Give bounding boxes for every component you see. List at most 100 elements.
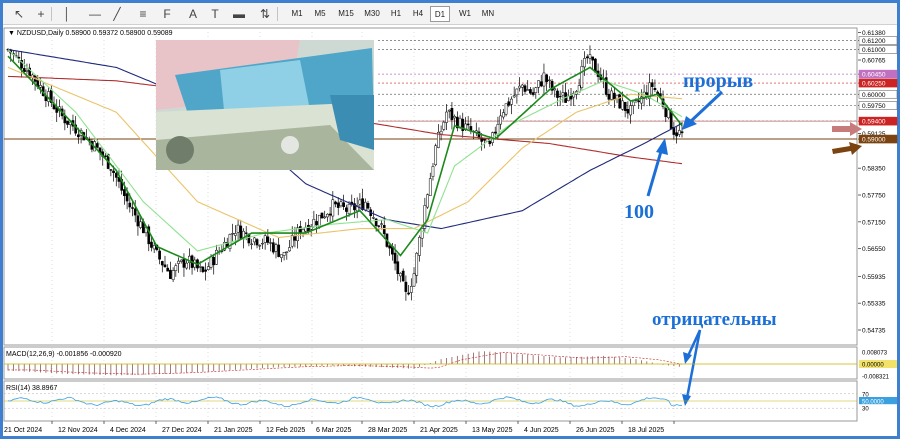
bull-candle <box>363 201 367 211</box>
bull-candle <box>542 72 546 87</box>
bull-candle <box>561 92 565 96</box>
bull-candle <box>499 115 502 125</box>
bull-candle <box>231 233 235 235</box>
price-level-label: 0.59750 <box>862 103 886 110</box>
bear-candle <box>315 221 318 226</box>
time-tick-label: 21 Apr 2025 <box>420 427 458 434</box>
price-tick-label: 0.55935 <box>862 274 886 281</box>
time-tick-label: 21 Jan 2025 <box>214 427 253 434</box>
bear-candle <box>377 225 381 227</box>
price-tick-label: 0.57150 <box>862 219 886 226</box>
bear-candle <box>680 131 684 134</box>
bull-candle <box>409 286 413 293</box>
price-level-label: 0.59000 <box>862 137 886 144</box>
bear-candle <box>623 101 627 111</box>
bull-candle <box>520 84 524 88</box>
bull-candle <box>269 242 272 244</box>
bear-candle <box>345 207 348 212</box>
bull-candle <box>171 270 175 280</box>
bull-candle <box>588 54 592 59</box>
bull-candle <box>380 223 383 225</box>
bear-candle <box>382 225 386 235</box>
bear-candle <box>158 250 161 260</box>
chart-canvas: 0.613800.61200 0.61000 0.60765 0.60450 0.602… <box>3 27 898 436</box>
bull-candle <box>258 245 262 247</box>
bear-candle <box>366 203 370 209</box>
bear-candle <box>271 242 275 253</box>
bear-candle <box>653 88 657 91</box>
time-tick-label: 12 Nov 2024 <box>58 427 98 434</box>
bull-candle <box>274 244 278 252</box>
bull-candle <box>431 166 435 177</box>
bear-candle <box>131 207 134 209</box>
bull-candle <box>518 85 521 89</box>
bear-candle <box>664 106 668 118</box>
bear-candle <box>63 116 67 124</box>
bull-candle <box>548 79 551 82</box>
photo-portrait <box>166 136 194 164</box>
bull-candle <box>261 242 264 245</box>
bear-candle <box>169 269 172 279</box>
bull-candle <box>537 80 540 88</box>
bear-candle <box>123 189 126 197</box>
price-level-label: 0.60250 <box>862 81 886 88</box>
price-level-label: 0.60450 <box>862 72 886 79</box>
bull-candle <box>458 117 462 128</box>
bear-candle <box>450 107 454 121</box>
bear-candle <box>637 100 641 103</box>
bull-candle <box>501 112 505 118</box>
bull-candle <box>185 262 189 269</box>
bear-candle <box>334 201 337 205</box>
bear-candle <box>591 56 595 61</box>
bear-candle <box>396 261 400 274</box>
bull-candle <box>280 254 283 258</box>
bear-candle <box>95 143 99 148</box>
bear-candle <box>404 281 408 292</box>
bear-candle <box>166 267 170 272</box>
bear-candle <box>388 245 392 249</box>
currency-photo <box>156 40 374 170</box>
bull-candle <box>263 235 267 243</box>
bear-candle <box>342 202 345 207</box>
price-level-label: 0.61000 <box>862 47 886 54</box>
bull-candle <box>580 66 584 88</box>
bull-candle <box>372 217 375 219</box>
bear-candle <box>298 226 302 234</box>
bull-candle <box>434 145 438 166</box>
bear-candle <box>201 266 205 273</box>
bear-candle <box>569 95 573 100</box>
bear-candle <box>125 193 129 202</box>
bear-candle <box>401 270 405 282</box>
bull-candle <box>526 89 530 91</box>
bear-candle <box>133 208 137 216</box>
bull-candle <box>445 111 448 123</box>
bear-candle <box>650 82 654 87</box>
bull-candle <box>252 237 256 243</box>
macd-tick-label: -0.008321 <box>862 375 890 381</box>
price-tick-label: 0.61380 <box>862 30 886 37</box>
bear-candle <box>112 170 115 173</box>
bull-candle <box>290 235 294 247</box>
bull-candle <box>347 203 351 215</box>
bull-candle <box>553 88 557 91</box>
bull-candle <box>288 247 291 252</box>
macd-tick-label: 0.00000 <box>862 363 884 369</box>
bear-candle <box>255 239 259 246</box>
price-tick-label: 0.56550 <box>862 246 886 253</box>
bear-candle <box>150 241 153 248</box>
bear-candle <box>244 232 248 234</box>
photo-flower <box>281 136 299 154</box>
bear-candle <box>607 93 611 100</box>
bull-candle <box>206 266 210 271</box>
bear-candle <box>160 261 164 266</box>
bull-candle <box>629 105 632 116</box>
bear-candle <box>529 89 532 94</box>
bear-candle <box>212 257 216 266</box>
bull-candle <box>296 227 299 242</box>
bear-candle <box>493 131 497 134</box>
bull-candle <box>152 245 156 250</box>
bull-candle <box>139 221 142 228</box>
price-level-label: 0.60000 <box>862 92 886 99</box>
time-tick-label: 18 Jul 2025 <box>628 427 664 434</box>
bull-candle <box>677 130 681 135</box>
